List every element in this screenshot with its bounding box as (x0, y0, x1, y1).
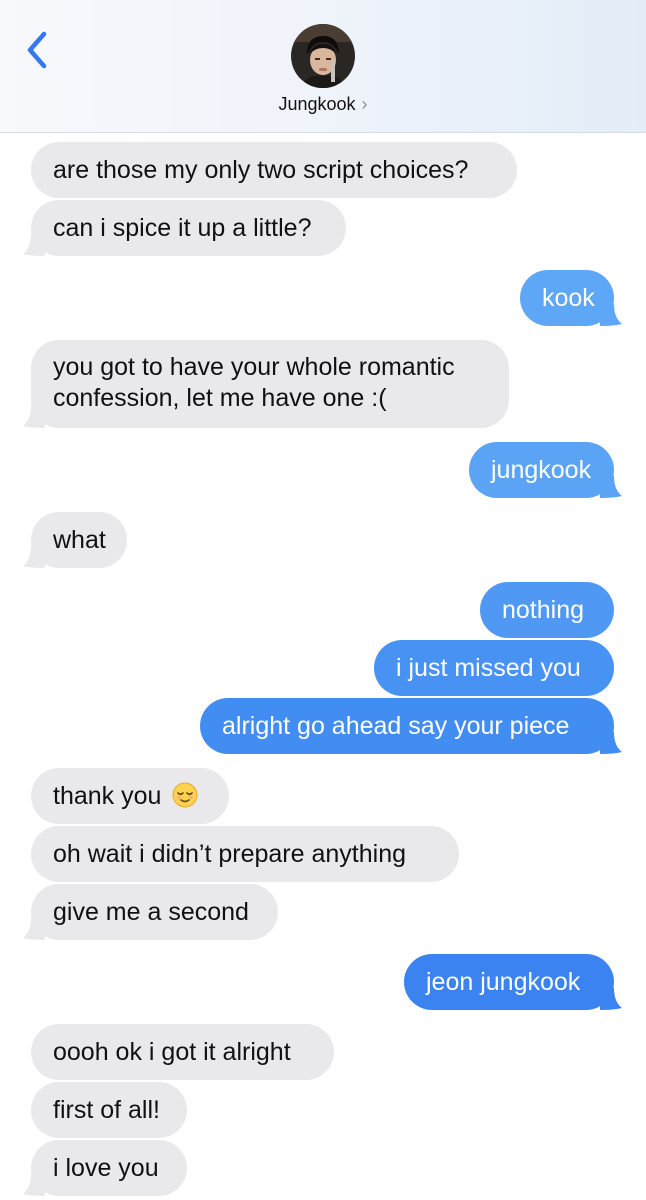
message-text: i just missed you (396, 654, 581, 682)
incoming-message[interactable]: you got to have your whole romantic conf… (23, 340, 509, 428)
outgoing-message[interactable]: jungkook (469, 442, 622, 498)
outgoing-message[interactable]: jeon jungkook (404, 954, 622, 1010)
message-text: you got to have your whole romantic conf… (53, 353, 455, 412)
message-text: oh wait i didn’t prepare anything (53, 840, 407, 868)
incoming-message[interactable]: first of all! (31, 1082, 187, 1138)
incoming-message[interactable]: oooh ok i got it alright (31, 1024, 334, 1080)
bubble-tail (23, 1174, 45, 1196)
bubble-tail (600, 988, 622, 1010)
outgoing-message[interactable]: alright go ahead say your piece (200, 698, 622, 754)
incoming-message[interactable]: i love you (23, 1140, 187, 1196)
incoming-message[interactable]: can i spice it up a little? (23, 200, 346, 256)
message-text: alright go ahead say your piece (222, 712, 570, 740)
incoming-message[interactable]: thank you (31, 768, 229, 824)
incoming-message[interactable]: are those my only two script choices? (31, 142, 517, 198)
message-text: first of all! (53, 1096, 160, 1124)
bubble-tail (600, 732, 622, 754)
message-text: give me a second (53, 898, 249, 926)
outgoing-message[interactable]: nothing (480, 582, 614, 638)
message-text: jeon jungkook (426, 968, 581, 996)
message-text: kook (542, 284, 595, 312)
message-text: nothing (502, 596, 585, 624)
bubble-tail (23, 546, 45, 568)
bubble-tail (600, 304, 622, 326)
bubble-tail (23, 234, 45, 256)
message-text: can i spice it up a little? (53, 214, 312, 242)
message-text: jungkook (491, 456, 592, 484)
incoming-message[interactable]: give me a second (23, 884, 278, 940)
outgoing-message[interactable]: kook (520, 270, 622, 326)
incoming-message[interactable]: oh wait i didn’t prepare anything (31, 826, 459, 882)
outgoing-message[interactable]: i just missed you (374, 640, 614, 696)
message-text: what (53, 526, 106, 554)
message-text: thank you (53, 782, 162, 810)
incoming-message[interactable]: what (23, 512, 127, 568)
bubble-tail (23, 918, 45, 940)
message-text: oooh ok i got it alright (53, 1038, 291, 1066)
bubble-tail (23, 406, 45, 428)
bubble-tail (600, 476, 622, 498)
message-text: are those my only two script choices? (53, 156, 469, 184)
relieved-face-icon (172, 782, 198, 808)
message-list: are those my only two script choices? ca… (0, 0, 646, 1200)
message-text: i love you (53, 1154, 159, 1182)
